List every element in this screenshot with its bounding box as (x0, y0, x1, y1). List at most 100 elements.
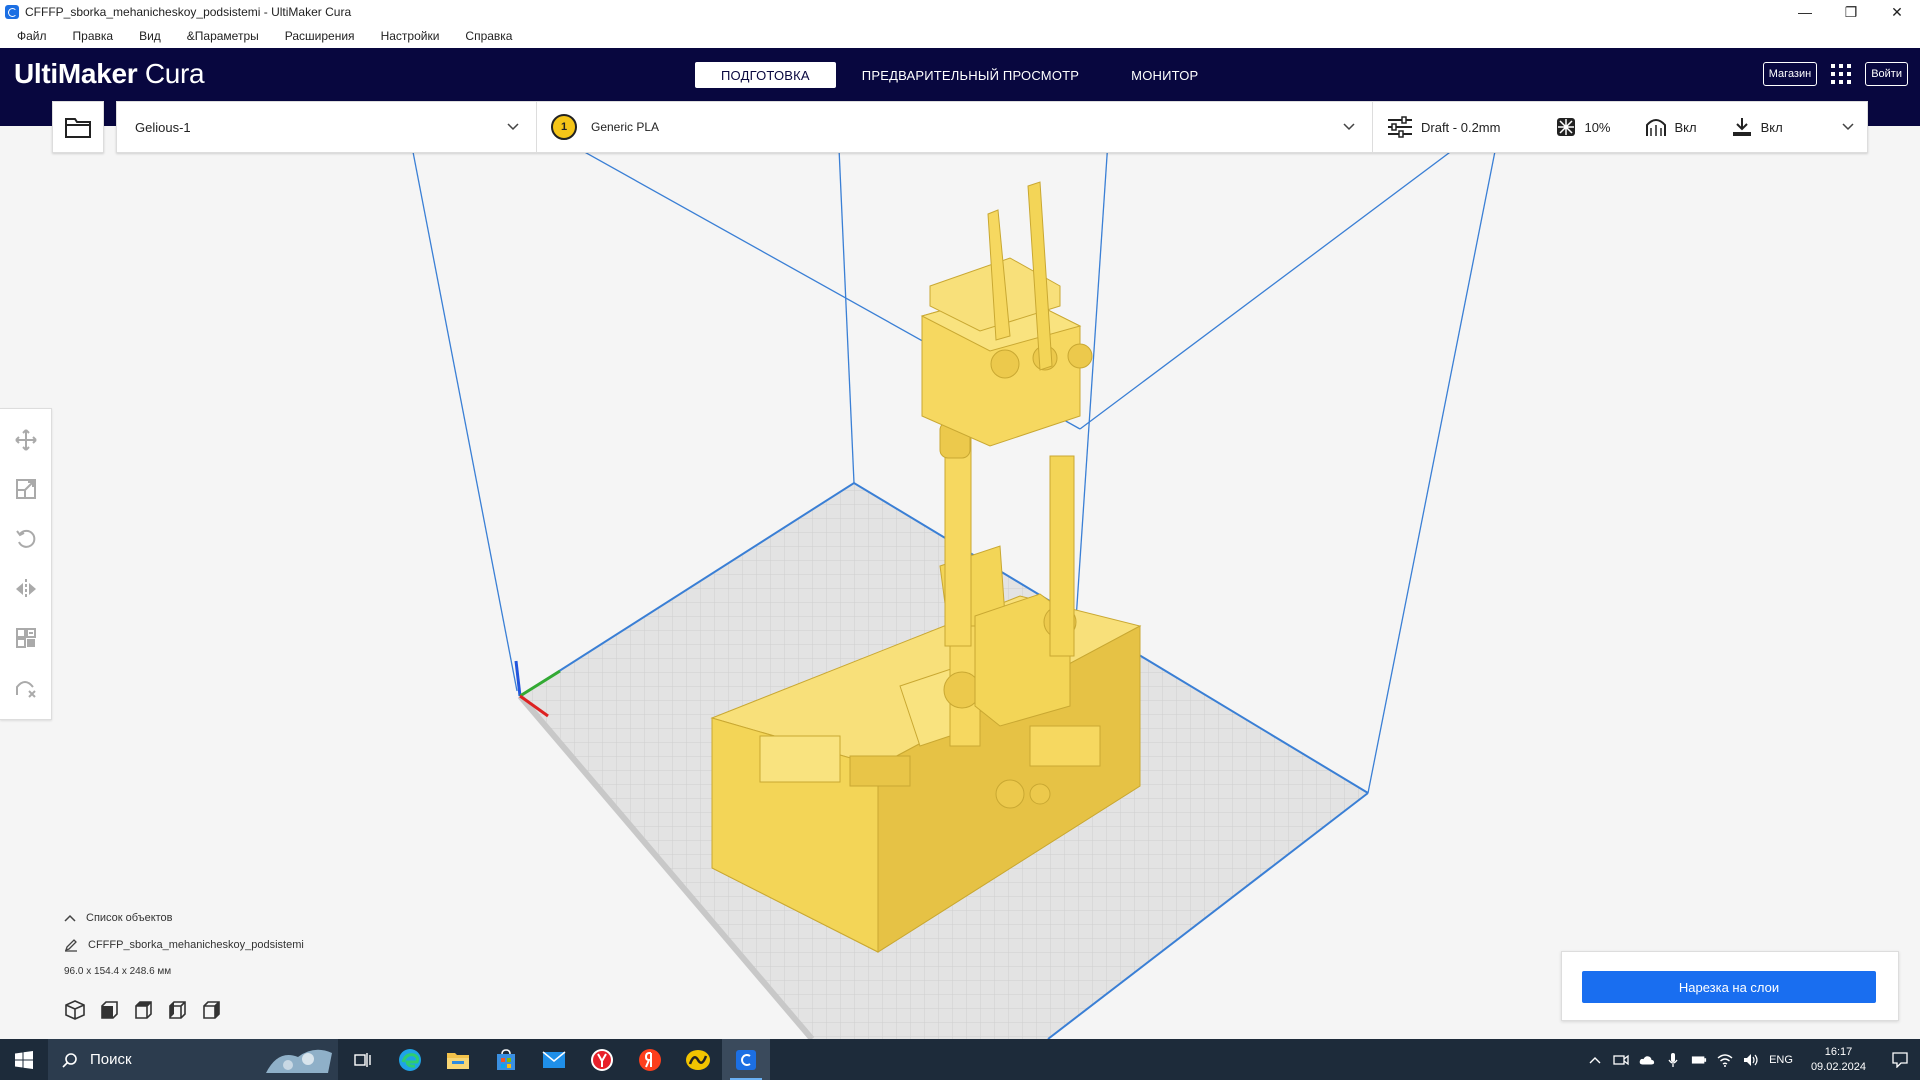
clock-date: 09.02.2024 (1810, 1060, 1866, 1073)
object-name[interactable]: CFFFP_sborka_mehanicheskoy_podsistemi (88, 939, 304, 951)
notifications-icon[interactable] (1892, 1051, 1908, 1068)
yellow-app-icon (686, 1049, 710, 1070)
chevron-down-icon (1841, 120, 1855, 134)
menu-extensions[interactable]: Расширения (272, 29, 368, 43)
window-title-bar: CFFFP_sborka_mehanicheskoy_podsistemi - … (0, 0, 1920, 24)
support-value: Вкл (1674, 119, 1697, 135)
chevron-up-icon[interactable] (1587, 1052, 1603, 1068)
chevron-down-icon (506, 120, 520, 134)
restore-button[interactable]: ❐ (1828, 0, 1874, 24)
clock[interactable]: 16:17 09.02.2024 (1811, 1045, 1866, 1075)
yandex-icon (639, 1048, 661, 1071)
taskbar-search[interactable]: Поиск (48, 1039, 338, 1080)
top-view-icon[interactable] (132, 999, 154, 1021)
ultimaker-cura-logo: UltiMaker Cura (14, 58, 205, 89)
slice-button[interactable]: Нарезка на слои (1582, 971, 1876, 1003)
build-volume-scene (407, 126, 1501, 1039)
menu-preferences[interactable]: Настройки (368, 29, 453, 43)
printer-name: Gelious-1 (135, 119, 191, 135)
support-blocker-button[interactable] (10, 672, 42, 704)
marketplace-button[interactable]: Магазин (1762, 62, 1818, 86)
printer-settings-bar: Gelious-1 1 Generic PLA Draft - 0.2mm 10… (52, 101, 1868, 153)
menu-bar: Файл Правка Вид &Параметры Расширения На… (0, 24, 1920, 48)
slice-panel: Нарезка на слои (1561, 951, 1899, 1021)
volume-icon[interactable] (1743, 1052, 1759, 1068)
task-view-button[interactable] (338, 1039, 386, 1080)
file-explorer-icon (447, 1052, 469, 1069)
scale-icon (15, 479, 36, 500)
taskbar-yandex[interactable] (626, 1039, 674, 1080)
search-highlight-image (266, 1049, 332, 1073)
battery-icon[interactable] (1691, 1052, 1707, 1068)
store-icon (497, 1048, 515, 1070)
language-indicator[interactable]: ENG (1769, 1054, 1793, 1066)
taskbar-store[interactable] (482, 1039, 530, 1080)
onedrive-icon[interactable] (1639, 1052, 1655, 1068)
menu-file[interactable]: Файл (4, 29, 60, 43)
menu-help[interactable]: Справка (452, 29, 525, 43)
mirror-tool-button[interactable] (10, 573, 42, 605)
menu-settings[interactable]: &Параметры (174, 29, 272, 43)
per-model-settings-icon (15, 628, 36, 649)
printer-selector[interactable]: Gelious-1 (117, 102, 537, 152)
rotate-icon (15, 530, 35, 548)
extruder-badge: 1 (551, 114, 577, 140)
close-button[interactable]: ✕ (1874, 0, 1920, 24)
taskbar-cura[interactable] (722, 1039, 770, 1080)
tab-preview[interactable]: ПРЕДВАРИТЕЛЬНЫЙ ПРОСМОТР (836, 62, 1105, 88)
sliders-icon (1388, 116, 1412, 138)
windows-logo-icon (15, 1050, 33, 1069)
3d-viewport[interactable] (0, 126, 1920, 1039)
material-selector[interactable]: 1 Generic PLA (537, 102, 1373, 152)
search-placeholder: Поиск (90, 1051, 132, 1068)
open-file-button[interactable] (52, 101, 104, 153)
infill-value: 10% (1584, 119, 1611, 135)
tool-panel (0, 408, 52, 720)
system-tray: ENG 16:17 09.02.2024 (1587, 1039, 1920, 1080)
yandex-browser-icon (591, 1048, 613, 1071)
3d-view-icon[interactable] (64, 999, 86, 1021)
adhesion-value: Вкл (1760, 119, 1783, 135)
right-view-icon[interactable] (200, 999, 222, 1021)
start-button[interactable] (0, 1039, 48, 1080)
cura-icon (736, 1049, 756, 1070)
mail-icon (542, 1050, 566, 1068)
left-view-icon[interactable] (166, 999, 188, 1021)
tab-prepare[interactable]: ПОДГОТОВКА (695, 62, 836, 88)
object-list-panel: Список объектов CFFFP_sborka_mehanichesk… (64, 912, 304, 1021)
profile-name: Draft - 0.2mm (1421, 119, 1501, 135)
search-icon (62, 1052, 77, 1068)
wifi-icon[interactable] (1717, 1052, 1733, 1068)
taskbar-file-explorer[interactable] (434, 1039, 482, 1080)
folder-icon (65, 118, 91, 138)
support-blocker-icon (15, 681, 36, 698)
print-settings-selector[interactable]: Draft - 0.2mm 10% Вкл Вкл (1373, 102, 1867, 152)
chevron-up-icon (64, 914, 76, 922)
menu-edit[interactable]: Правка (60, 29, 127, 43)
pencil-icon[interactable] (64, 938, 78, 952)
microphone-icon[interactable] (1665, 1052, 1681, 1068)
meet-now-icon[interactable] (1613, 1052, 1629, 1068)
per-model-settings-button[interactable] (10, 622, 42, 654)
move-icon (14, 429, 37, 451)
object-list-toggle[interactable]: Список объектов (64, 912, 304, 924)
minimize-button[interactable]: — (1782, 0, 1828, 24)
scale-tool-button[interactable] (10, 473, 42, 505)
taskbar-app-yellow[interactable] (674, 1039, 722, 1080)
tab-monitor[interactable]: МОНИТОР (1105, 62, 1224, 88)
rotate-tool-button[interactable] (10, 523, 42, 555)
stage-tabs: ПОДГОТОВКА ПРЕДВАРИТЕЛЬНЫЙ ПРОСМОТР МОНИ… (695, 62, 1224, 88)
taskbar-edge[interactable] (386, 1039, 434, 1080)
window-title: CFFFP_sborka_mehanicheskoy_podsistemi - … (25, 5, 352, 19)
front-view-icon[interactable] (98, 999, 120, 1021)
windows-taskbar: Поиск ENG 16:17 09.02.2024 (0, 1039, 1920, 1080)
apps-grid-icon[interactable] (1831, 64, 1852, 84)
move-tool-button[interactable] (10, 424, 42, 456)
edge-browser-icon (399, 1048, 421, 1071)
taskbar-yandex-browser[interactable] (578, 1039, 626, 1080)
sign-in-button[interactable]: Войти (1865, 62, 1908, 86)
menu-view[interactable]: Вид (126, 29, 174, 43)
taskbar-mail[interactable] (530, 1039, 578, 1080)
support-icon (1645, 119, 1666, 136)
chevron-down-icon (1342, 120, 1356, 134)
